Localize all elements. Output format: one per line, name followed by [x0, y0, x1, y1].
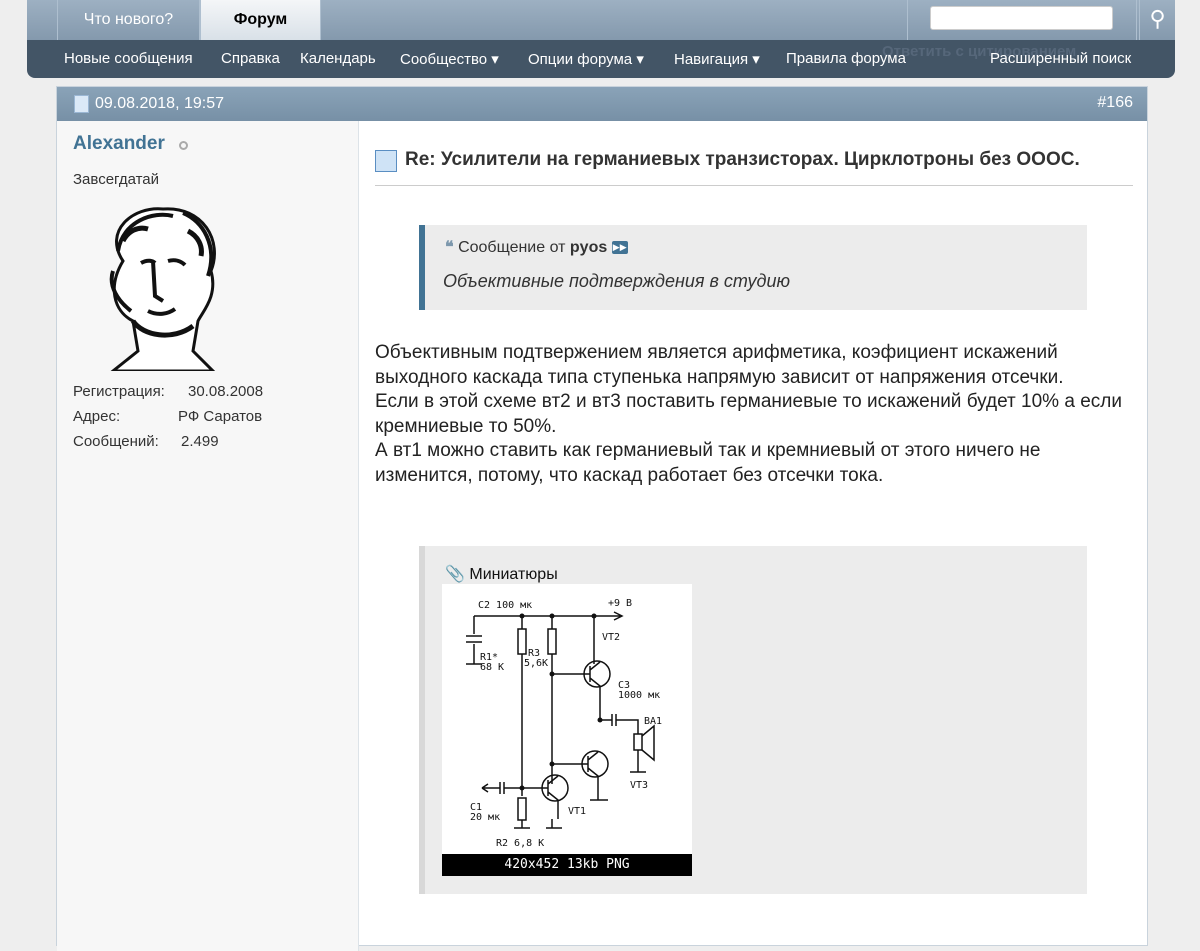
label-r1-value: 68 К	[480, 662, 504, 673]
label-vt2: VT2	[602, 632, 620, 643]
tab-whats-new[interactable]: Что нового?	[57, 0, 200, 40]
stat-label: Сообщений:	[73, 433, 159, 450]
nav-new-posts[interactable]: Новые сообщения	[64, 50, 193, 67]
label-r3-value: 5,6К	[524, 658, 548, 669]
top-navbar: Что нового? Форум ⚲ Ответить с цитирован…	[27, 0, 1175, 78]
avatar[interactable]	[93, 201, 225, 371]
post-title-text: Re: Усилители на германиевых транзистора…	[405, 149, 1080, 170]
offline-status-icon	[179, 141, 188, 150]
stat-label: Адрес:	[73, 408, 121, 425]
label-vt3: VT3	[630, 780, 648, 791]
label-r2: R2 6,8 К	[496, 838, 544, 849]
quote-block: ❝ Сообщение от pyos ▶▶ Объективные подтв…	[419, 225, 1087, 310]
search-icon[interactable]: ⚲	[1139, 0, 1175, 40]
user-title: Завсегдатай	[73, 171, 160, 188]
nav-forum-options[interactable]: Опции форума ▾	[528, 50, 644, 68]
stat-value: 2.499	[181, 433, 219, 450]
label-c1-value: 20 мк	[470, 812, 500, 823]
username-link[interactable]: Alexander	[73, 133, 165, 155]
stat-value: 30.08.2008	[188, 383, 264, 400]
body-paragraph: Объективным подтвержением является арифм…	[375, 342, 1064, 388]
label-c3-value: 1000 мк	[618, 690, 660, 701]
nav-forum-rules[interactable]: Правила форума	[786, 50, 906, 67]
attachments-label: Миниатюры	[469, 566, 558, 583]
attachment-thumbnail[interactable]: C2 100 мк +9 В VT2 R1* 68 К R3 5,6К C3 1…	[442, 584, 692, 876]
post-date: 09.08.2018, 19:57	[95, 95, 225, 112]
label-vt1: VT1	[568, 806, 586, 817]
schematic-image: C2 100 мк +9 В VT2 R1* 68 К R3 5,6К C3 1…	[466, 598, 662, 849]
tabs-row: Что нового? Форум ⚲	[27, 0, 1175, 40]
label-ba1: BA1	[644, 716, 662, 727]
tab-forum[interactable]: Форум	[200, 0, 321, 40]
nav-advanced-search[interactable]: Расширенный поиск	[990, 50, 1131, 67]
post-title: Re: Усилители на германиевых транзистора…	[375, 147, 1133, 186]
nav-help[interactable]: Справка	[221, 50, 280, 67]
user-info: Alexander Завсегдатай Регистрация: 30.08.…	[57, 121, 359, 951]
label-c2: C2 100 мк	[478, 600, 532, 611]
post-body: Объективным подтвержением является арифм…	[375, 341, 1135, 488]
body-paragraph: Если в этой схеме вт2 и вт3 поставить ге…	[375, 391, 1122, 437]
stat-value: РФ Саратов	[178, 408, 263, 425]
post-number-link[interactable]: #166	[1097, 94, 1133, 112]
paperclip-icon: 📎	[445, 566, 465, 583]
quote-icon: ❝	[445, 239, 454, 256]
nav-links: Ответить с цитированием Новые сообщения …	[27, 40, 1175, 78]
document-icon	[74, 95, 89, 113]
nav-navigation[interactable]: Навигация ▾	[674, 50, 760, 68]
attachments-block: 📎 Миниатюры C2 100 мк +9 В VT2 R1* 68 К …	[419, 546, 1087, 894]
view-post-icon[interactable]: ▶▶	[611, 241, 628, 255]
body-paragraph: А вт1 можно ставить как германиевый так …	[375, 440, 1041, 486]
attachments-header: 📎 Миниатюры	[445, 564, 558, 584]
quote-text: Объективные подтверждения в студию	[443, 271, 791, 291]
stat-registration: Регистрация: 30.08.2008	[73, 383, 263, 400]
quote-author: pyos	[569, 239, 608, 256]
quote-header: ❝ Сообщение от pyos ▶▶	[445, 237, 628, 257]
nav-community[interactable]: Сообщество ▾	[400, 50, 499, 68]
post-header: 09.08.2018, 19:57 #166	[57, 87, 1147, 121]
quote-prefix: Сообщение от	[458, 239, 566, 256]
stat-posts: Сообщений: 2.499	[73, 433, 219, 450]
nav-calendar[interactable]: Календарь	[300, 50, 376, 67]
thumbnail-caption: 420x452 13kb PNG	[442, 854, 692, 876]
search-input[interactable]	[930, 6, 1113, 30]
search-box	[907, 0, 1137, 40]
stat-address: Адрес: РФ Саратов	[73, 408, 262, 425]
post-icon	[375, 150, 397, 172]
label-vplus: +9 В	[608, 598, 632, 609]
post: 09.08.2018, 19:57 #166 Alexander Завсегд…	[56, 86, 1148, 951]
stat-label: Регистрация:	[73, 383, 165, 400]
